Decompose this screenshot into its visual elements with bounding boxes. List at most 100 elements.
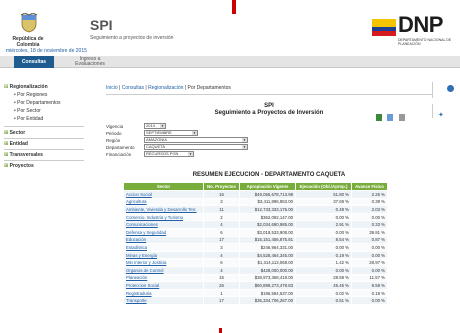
breadcrumb-regionalizacion[interactable]: Regionalización xyxy=(148,85,183,91)
table-cell: 0.39 % xyxy=(351,197,388,207)
table-cell: 0.00 % xyxy=(351,250,388,260)
breadcrumb-separator: | xyxy=(184,85,187,91)
select-value: CAQUETA xyxy=(146,144,166,149)
divider xyxy=(432,82,433,98)
sector-link[interactable]: Transporte xyxy=(123,296,204,305)
periodo-select[interactable]: SEPTIEMBRE ▼ xyxy=(144,130,198,136)
table-cell: 9.59 % xyxy=(351,281,388,290)
table-cell: $196,594,637.00 xyxy=(239,288,296,298)
vigencia-select[interactable]: 2014 ▼ xyxy=(144,123,166,129)
print-icon[interactable] xyxy=(398,114,405,121)
sector-link[interactable]: Educación xyxy=(123,235,204,245)
table-cell: 4 xyxy=(203,250,240,260)
table-cell: 0.87 % xyxy=(351,235,388,245)
table-cell: 2.26 % xyxy=(351,190,388,199)
sidebar-item-label: Transversales xyxy=(9,152,43,158)
table-row: Planeación 15 $38,973,368,419.00 28.59 % 11.… xyxy=(123,273,388,283)
sidebar-item-por-entidad[interactable]: • Por Entidad xyxy=(14,116,43,122)
table-cell: 0.00 % xyxy=(295,227,352,237)
table-cell: 1.42 % xyxy=(295,258,352,267)
table-row: Ambiente, Vivienda y Desarrollo Terr. 11 $… xyxy=(123,205,388,214)
table-cell: 2 xyxy=(203,212,240,222)
table-cell: $60,899,273,478.83 xyxy=(239,281,296,290)
table-cell: 51.80 % xyxy=(295,190,352,199)
divider xyxy=(106,94,432,95)
government-name: República de Colombia xyxy=(12,36,44,48)
chevron-down-icon: ▼ xyxy=(192,131,197,135)
sidebar-item-label: Regionalización xyxy=(9,84,48,90)
table-title: RESUMEN EJECUCION - DEPARTAMENTO CAQUETA xyxy=(192,172,346,178)
help-icon[interactable] xyxy=(447,85,454,92)
breadcrumb: Inicio | Consultas | Regionalización | P… xyxy=(106,85,231,91)
sidebar-item-label: Proyectos xyxy=(9,163,34,169)
table-cell: 0.02 % xyxy=(295,288,352,298)
sector-link[interactable]: Min Interior y Justicia xyxy=(123,258,204,267)
table-row: Organos de Control 4 $428,000,000.00 0.00 %… xyxy=(123,265,388,275)
table-cell: 8.54 % xyxy=(295,235,352,245)
sector-link[interactable]: Planeación xyxy=(123,273,204,283)
table-row: Comercio, Industria y Turismo 2 $362,092,1… xyxy=(123,212,388,222)
table-cell: 0.00 % xyxy=(295,265,352,275)
sidebar-item-entidad[interactable]: ⊞ Entidad xyxy=(4,141,28,147)
sector-link[interactable]: Comercio, Industria y Turismo xyxy=(123,212,204,222)
breadcrumb-separator: | xyxy=(119,85,121,91)
sidebar-item-regionalizacion[interactable]: ⊟ Regionalización xyxy=(4,84,48,90)
financiacion-select[interactable]: RECURSOS PGN ▼ xyxy=(144,151,194,157)
table-row: Agricultura 3 $3,411,896,853.00 37.69 % 0.39… xyxy=(123,197,388,207)
tab-consultas[interactable]: Consultas xyxy=(14,56,54,68)
app-title: SPI xyxy=(90,17,113,33)
table-row: Registraduria 1 $196,594,637.00 0.02 % 0.19 … xyxy=(123,288,388,298)
breadcrumb-separator: | xyxy=(145,85,147,91)
table-cell: $4,528,464,345.00 xyxy=(239,250,296,260)
sidebar-item-por-sector[interactable]: • Por Sector xyxy=(14,108,41,114)
chevron-down-icon: ▼ xyxy=(242,138,247,142)
chevron-down-icon: ▼ xyxy=(188,152,193,156)
table-cell: 0.33 % xyxy=(351,220,388,229)
sector-link[interactable]: Minas y Energía xyxy=(123,250,204,260)
word-icon[interactable] xyxy=(387,114,394,121)
sidebar-item-proyectos[interactable]: ⊞ Proyectos xyxy=(4,163,34,169)
column-header: Avance Físico xyxy=(351,182,388,191)
column-header: Ejecución (Obl./Aprop.) xyxy=(295,182,352,191)
table-cell: $49,055,678,713.98 xyxy=(239,190,296,199)
table-cell: 0.19 % xyxy=(351,288,388,298)
breadcrumb-consultas[interactable]: Consultas xyxy=(122,85,144,91)
sector-link[interactable]: Proteccion Social xyxy=(123,281,204,290)
chevron-down-icon: ▼ xyxy=(242,145,247,149)
sector-link[interactable]: Agricultura xyxy=(123,197,204,207)
sidebar-item-por-departamentos[interactable]: • Por Departamentos xyxy=(14,100,61,106)
tab-evaluaciones[interactable]: Ingreso a Evaluaciones xyxy=(72,56,108,68)
table-cell: 0.00 % xyxy=(351,265,388,275)
table-cell: 4 xyxy=(203,220,240,229)
dnp-subtitle: DEPARTAMENTO NACIONAL DE PLANEACIÓN xyxy=(398,38,452,46)
sector-link[interactable]: Comunicaciones xyxy=(123,220,204,229)
table-row: Min Interior y Justicia 6 $1,314,113,068.0… xyxy=(123,258,388,267)
table-cell: 39.91 % xyxy=(351,227,388,237)
sector-link[interactable]: Registraduria xyxy=(123,288,204,298)
filter-label: Departamento xyxy=(106,145,135,150)
table-row: Proteccion Social 26 $60,899,273,478.83 45.… xyxy=(123,281,388,290)
departamento-select[interactable]: CAQUETA ▼ xyxy=(144,144,248,150)
table-cell: 0.19 % xyxy=(295,250,352,260)
sector-link[interactable]: Defensa y Seguridad xyxy=(123,227,204,237)
sidebar-item-sector[interactable]: ⊞ Sector xyxy=(4,130,25,136)
settings-icon[interactable]: ✦ xyxy=(438,111,444,119)
breadcrumb-inicio[interactable]: Inicio xyxy=(106,85,118,91)
sidebar-item-transversales[interactable]: ⊞ Transversales xyxy=(4,152,43,158)
region-select[interactable]: AMAZONIA ▼ xyxy=(144,137,248,143)
sector-link[interactable]: Accion Social xyxy=(123,190,204,199)
select-value: 2014 xyxy=(146,123,155,128)
sector-link[interactable]: Organos de Control xyxy=(123,265,204,275)
table-cell: 28.97 % xyxy=(351,258,388,267)
summary-table: Sector No. Proyectos Apropiación Vigente… xyxy=(123,182,388,305)
sector-link[interactable]: Estadística xyxy=(123,243,204,252)
excel-icon[interactable] xyxy=(376,114,382,121)
current-date: miércoles, 18 de noviembre de 2015 xyxy=(6,48,87,54)
sidebar-item-por-regiones[interactable]: • Por Regiones xyxy=(14,92,47,98)
filter-label: Periodo xyxy=(106,131,122,136)
sidebar-item-label: Por Sector xyxy=(17,108,41,114)
select-value: SEPTIEMBRE xyxy=(146,130,172,135)
sector-link[interactable]: Ambiente, Vivienda y Desarrollo Terr. xyxy=(123,205,204,214)
colombia-flag-icon xyxy=(372,19,396,36)
table-cell: $35,334,706,267.00 xyxy=(239,296,296,305)
